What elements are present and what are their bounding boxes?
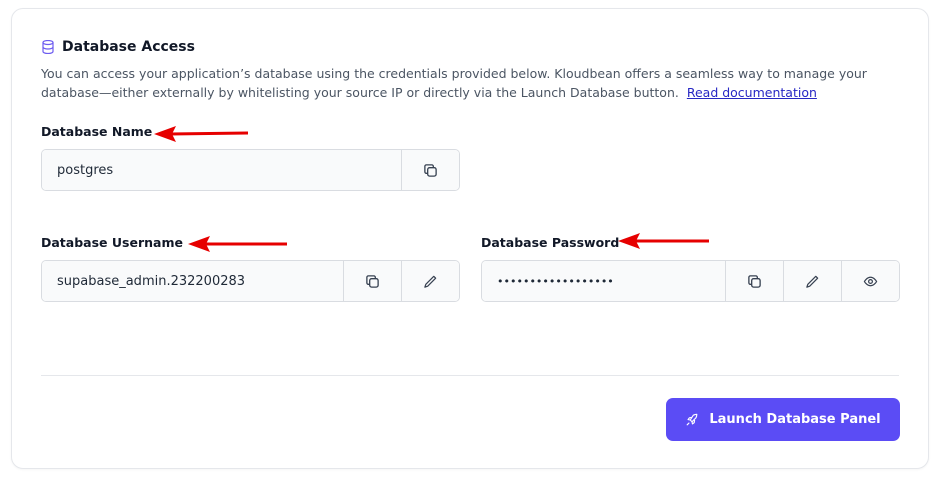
read-documentation-link[interactable]: Read documentation: [687, 85, 817, 100]
copy-db-password-button[interactable]: [725, 261, 783, 301]
launch-button-label: Launch Database Panel: [709, 412, 881, 427]
edit-db-username-button[interactable]: [401, 261, 459, 301]
db-password-label: Database Password: [481, 235, 620, 250]
db-password-field: ••••••••••••••••••: [481, 260, 900, 302]
section-header: Database Access: [42, 39, 195, 55]
copy-db-username-button[interactable]: [343, 261, 401, 301]
db-username-value[interactable]: supabase_admin.232200283: [42, 261, 343, 301]
copy-icon: [366, 274, 379, 288]
copy-icon: [748, 274, 761, 288]
section-description: You can access your application’s databa…: [41, 64, 901, 102]
db-name-value[interactable]: postgres: [42, 150, 401, 190]
section-title: Database Access: [62, 39, 195, 55]
db-name-field: postgres: [41, 149, 460, 191]
db-username-field: supabase_admin.232200283: [41, 260, 460, 302]
copy-db-name-button[interactable]: [401, 150, 459, 190]
launch-database-panel-button[interactable]: Launch Database Panel: [666, 398, 900, 441]
db-name-label: Database Name: [41, 124, 153, 139]
section-divider: [41, 375, 899, 376]
database-access-card: Database Access You can access your appl…: [11, 8, 929, 469]
arrow-annotation: [154, 126, 249, 142]
edit-db-password-button[interactable]: [783, 261, 841, 301]
pencil-icon: [424, 275, 437, 288]
toggle-password-visibility-button[interactable]: [841, 261, 899, 301]
arrow-annotation: [618, 233, 709, 249]
db-username-label: Database Username: [41, 235, 183, 250]
copy-icon: [424, 163, 437, 177]
arrow-annotation: [188, 236, 287, 252]
rocket-icon: [686, 413, 698, 425]
database-icon: [42, 40, 54, 54]
db-password-value[interactable]: ••••••••••••••••••: [482, 261, 725, 301]
eye-icon: [863, 276, 878, 286]
pencil-icon: [806, 275, 819, 288]
